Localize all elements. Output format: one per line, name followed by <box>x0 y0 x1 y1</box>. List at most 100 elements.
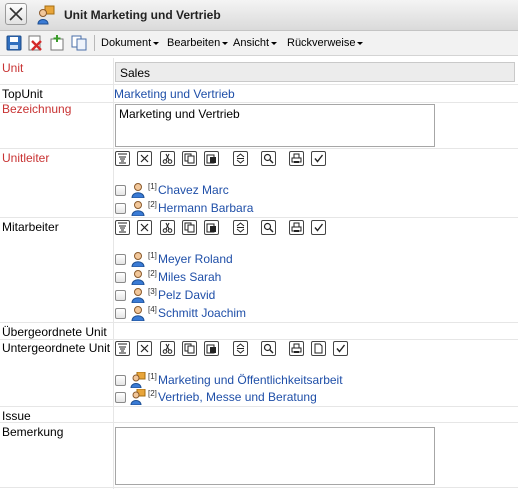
print-button[interactable] <box>289 341 304 356</box>
person-icon <box>131 252 145 267</box>
person-link[interactable]: Pelz David <box>158 288 215 302</box>
select-all-button[interactable] <box>311 220 326 235</box>
select-all-button[interactable] <box>333 341 348 356</box>
item-checkbox[interactable] <box>115 375 126 386</box>
uebergeordnete-unit-label: Übergeordnete Unit <box>2 325 107 339</box>
row-divider <box>0 487 518 488</box>
item-index: [2] <box>148 200 157 209</box>
menu-label: Dokument <box>101 37 152 49</box>
sort-icon <box>236 343 245 354</box>
unit-icon <box>130 372 146 388</box>
unit-link[interactable]: Marketing und Öffentlichkeitsarbeit <box>158 373 343 387</box>
select-all-button[interactable] <box>311 151 326 166</box>
move-top-button[interactable] <box>115 151 130 166</box>
sort-icon <box>236 153 245 164</box>
row-divider <box>0 217 518 218</box>
sort-icon <box>236 222 245 233</box>
person-icon <box>131 201 145 216</box>
item-checkbox[interactable] <box>115 392 126 403</box>
save-icon[interactable] <box>6 35 22 51</box>
person-link[interactable]: Schmitt Joachim <box>158 306 246 320</box>
item-checkbox[interactable] <box>115 290 126 301</box>
new-document-button[interactable] <box>311 341 326 356</box>
item-checkbox[interactable] <box>115 308 126 319</box>
remove-button[interactable] <box>137 151 152 166</box>
copy-button[interactable] <box>182 220 197 235</box>
issue-label: Issue <box>2 409 31 423</box>
person-icon <box>131 183 145 198</box>
cut-button[interactable] <box>160 220 175 235</box>
chevron-down-icon <box>271 41 278 45</box>
search-button[interactable] <box>261 220 276 235</box>
scissors-icon <box>162 222 173 233</box>
item-checkbox[interactable] <box>115 254 126 265</box>
topunit-link[interactable]: Marketing und Vertrieb <box>114 87 235 101</box>
person-link[interactable]: Miles Sarah <box>158 270 221 284</box>
bemerkung-field[interactable] <box>115 427 435 485</box>
toolbar-separator <box>94 35 95 51</box>
item-checkbox[interactable] <box>115 185 126 196</box>
paste-icon <box>206 223 216 233</box>
remove-button[interactable] <box>137 341 152 356</box>
person-link[interactable]: Hermann Barbara <box>158 201 253 215</box>
move-top-icon <box>118 343 127 354</box>
document-icon <box>314 343 323 354</box>
check-icon <box>314 223 324 232</box>
print-button[interactable] <box>289 151 304 166</box>
item-index: [1] <box>148 182 157 191</box>
item-checkbox[interactable] <box>115 203 126 214</box>
paste-button[interactable] <box>204 341 219 356</box>
menu-dokument[interactable]: Dokument <box>101 37 160 49</box>
scissors-icon <box>162 153 173 164</box>
person-link[interactable]: Meyer Roland <box>158 252 233 266</box>
close-icon <box>9 7 23 21</box>
copy-icon <box>184 222 195 233</box>
bezeichnung-field[interactable]: Marketing und Vertrieb <box>115 104 435 147</box>
copy-icon[interactable] <box>71 35 87 51</box>
menu-label: Ansicht <box>233 37 270 49</box>
search-button[interactable] <box>261 341 276 356</box>
paste-button[interactable] <box>204 151 219 166</box>
cut-button[interactable] <box>160 151 175 166</box>
paste-button[interactable] <box>204 220 219 235</box>
print-button[interactable] <box>289 220 304 235</box>
move-top-icon <box>118 222 127 233</box>
cut-button[interactable] <box>160 341 175 356</box>
move-top-button[interactable] <box>115 341 130 356</box>
close-button[interactable] <box>5 3 27 25</box>
sort-button[interactable] <box>233 151 248 166</box>
remove-icon <box>140 223 149 232</box>
person-link[interactable]: Chavez Marc <box>158 183 229 197</box>
toolbar: Dokument Bearbeiten Ansicht Rückverweise <box>0 31 518 56</box>
unit-link[interactable]: Vertrieb, Messe und Beratung <box>158 390 317 404</box>
mitarbeiter-label: Mitarbeiter <box>2 220 59 234</box>
person-icon <box>131 306 145 321</box>
item-checkbox[interactable] <box>115 272 126 283</box>
copy-button[interactable] <box>182 341 197 356</box>
row-divider <box>0 148 518 149</box>
row-divider <box>0 322 518 323</box>
sort-button[interactable] <box>233 220 248 235</box>
row-divider <box>0 406 518 407</box>
copy-button[interactable] <box>182 151 197 166</box>
menu-ansicht[interactable]: Ansicht <box>233 37 278 49</box>
item-index: [1] <box>148 251 157 260</box>
menu-rueckverweise[interactable]: Rückverweise <box>287 37 364 49</box>
new-icon[interactable] <box>49 35 65 51</box>
check-icon <box>314 154 324 163</box>
column-divider <box>113 58 114 489</box>
unit-icon <box>130 389 146 405</box>
move-top-button[interactable] <box>115 220 130 235</box>
search-button[interactable] <box>261 151 276 166</box>
bezeichnung-value: Marketing und Vertrieb <box>119 107 240 121</box>
menu-bearbeiten[interactable]: Bearbeiten <box>167 37 229 49</box>
copy-icon <box>184 343 195 354</box>
row-divider <box>0 339 518 340</box>
remove-button[interactable] <box>137 220 152 235</box>
search-icon <box>263 222 274 233</box>
search-icon <box>263 343 274 354</box>
bemerkung-label: Bemerkung <box>2 425 64 439</box>
window-title: Unit Marketing und Vertrieb <box>64 8 221 22</box>
delete-icon[interactable] <box>27 35 43 51</box>
sort-button[interactable] <box>233 341 248 356</box>
